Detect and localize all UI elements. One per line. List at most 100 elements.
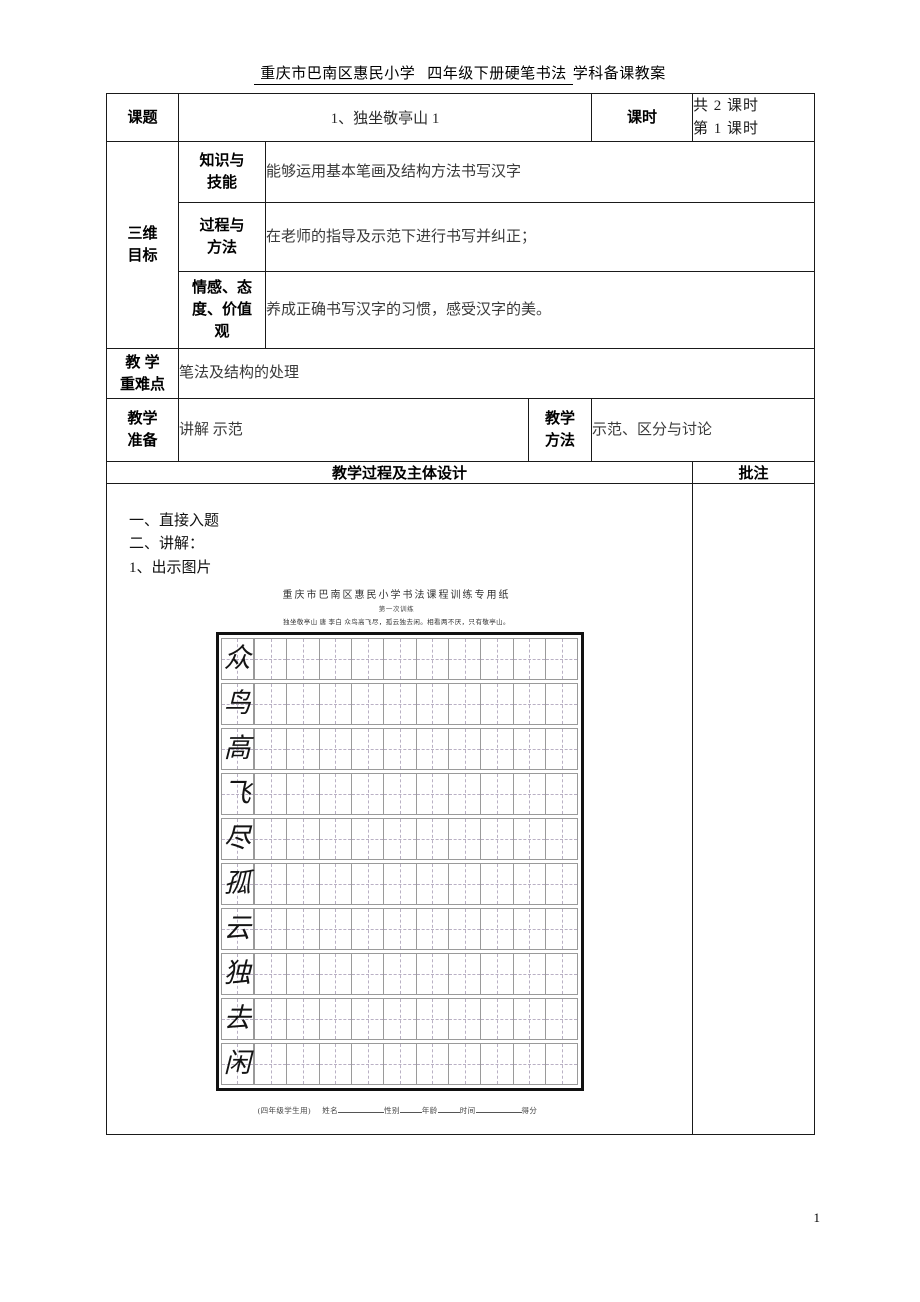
practice-empty-cell <box>253 772 287 815</box>
practice-grid-row: 众 <box>220 637 579 680</box>
practice-model-character: 云 <box>223 913 251 944</box>
practice-empty-cell <box>448 682 481 725</box>
practice-empty-cell <box>448 727 481 770</box>
practice-grid-row: 高 <box>220 727 579 770</box>
practice-empty-cell <box>545 682 579 725</box>
lesson-step-2: 二、讲解： <box>129 536 205 553</box>
practice-model-character: 独 <box>223 958 251 989</box>
practice-empty-cell <box>415 907 449 950</box>
practice-empty-cell <box>415 862 449 905</box>
practice-grid-row: 云 <box>220 907 579 950</box>
practice-empty-cell <box>448 997 481 1040</box>
table-row-objective-process: 过程与 方法 在老师的指导及示范下进行书写并纠正； <box>107 202 816 272</box>
practice-empty-cell <box>512 772 546 815</box>
page-number: 1 <box>813 1210 821 1225</box>
worksheet-image: 重庆市巴南区惠民小学书法课程训练专用纸 第一次训练 独坐敬亭山 唐 李白 众鸟高… <box>107 586 692 1116</box>
lesson-steps: 一、直接入题 二、讲解： 1、出示图片 <box>107 502 692 580</box>
practice-empty-cell <box>286 907 319 950</box>
worksheet-title: 重庆市巴南区惠民小学书法课程训练专用纸 <box>282 589 511 601</box>
practice-empty-cell <box>253 817 287 860</box>
objective-value-knowledge: 能够运用基本笔画及结构方法书写汉字 <box>264 141 816 203</box>
table-row-objective-attitude: 情感、态 度、价值 观 养成正确书写汉字的习惯，感受汉字的美。 <box>107 271 816 349</box>
table-row-process-header: 教学过程及主体设计 批注 <box>105 461 816 484</box>
practice-empty-cell <box>480 817 514 860</box>
practice-empty-cell <box>383 727 417 770</box>
header-suffix: 学科备课教案 <box>572 66 666 82</box>
practice-empty-cell <box>512 997 546 1040</box>
practice-empty-cell <box>448 817 481 860</box>
practice-model-cell: 飞 <box>220 772 254 815</box>
practice-model-character: 去 <box>223 1003 251 1034</box>
practice-empty-cell <box>480 772 514 815</box>
practice-empty-cell <box>480 682 514 725</box>
method-label: 教学 方法 <box>527 398 593 462</box>
practice-empty-cell <box>383 772 417 815</box>
practice-empty-cell <box>512 862 546 905</box>
practice-empty-cell <box>383 907 417 950</box>
practice-model-cell: 去 <box>220 997 254 1040</box>
practice-empty-cell <box>480 862 514 905</box>
worksheet-poem: 独坐敬亭山 唐 李白 众鸟高飞尽，孤云独去闲。相看两不厌，只有敬亭山。 <box>283 618 510 626</box>
practice-empty-cell <box>253 682 287 725</box>
practice-empty-cell <box>253 952 287 995</box>
practice-empty-cell <box>383 682 417 725</box>
practice-empty-cell <box>350 997 384 1040</box>
practice-empty-cell <box>286 682 319 725</box>
practice-empty-cell <box>286 952 319 995</box>
practice-empty-cell <box>448 862 481 905</box>
practice-empty-cell <box>545 817 579 860</box>
process-header: 教学过程及主体设计 <box>105 461 694 484</box>
periods-label: 课时 <box>591 93 694 142</box>
practice-empty-cell <box>512 952 546 995</box>
practice-empty-cell <box>318 682 352 725</box>
practice-model-cell: 高 <box>220 727 254 770</box>
practice-model-character: 飞 <box>223 778 251 809</box>
worksheet-footer-grade: (四年级学生用) <box>257 1105 311 1115</box>
practice-empty-cell <box>415 997 449 1040</box>
practice-empty-cell <box>383 817 417 860</box>
objective-sub-label-process: 过程与 方法 <box>178 202 266 272</box>
practice-model-cell: 尽 <box>220 817 254 860</box>
worksheet-footer-age-blank <box>437 1111 460 1113</box>
practice-empty-cell <box>350 772 384 815</box>
table-row-process-body: 一、直接入题 二、讲解： 1、出示图片 重庆市巴南区惠民小学书法课程训练专用纸 … <box>105 483 816 1135</box>
practice-empty-cell <box>253 862 287 905</box>
practice-empty-cell <box>383 952 417 995</box>
practice-empty-cell <box>318 952 352 995</box>
practice-empty-cell <box>512 817 546 860</box>
practice-model-cell: 鸟 <box>220 682 254 725</box>
practice-empty-cell <box>545 997 579 1040</box>
worksheet-footer-time-label: 时间 <box>459 1105 476 1115</box>
practice-empty-cell <box>350 817 384 860</box>
practice-grid-row: 独 <box>220 952 579 995</box>
worksheet-footer-score-label: 得分 <box>521 1105 538 1115</box>
practice-model-cell: 闲 <box>220 1042 254 1085</box>
practice-empty-cell <box>286 1042 319 1085</box>
practice-empty-cell <box>318 637 352 680</box>
objective-sub-label-knowledge: 知识与 技能 <box>178 141 266 203</box>
worksheet-footer-name-label: 姓名 <box>322 1105 339 1115</box>
objectives-label: 三维 目标 <box>106 141 179 349</box>
preparation-value: 讲解 示范 <box>178 398 529 462</box>
topic-value: 1、独坐敬亭山 1 <box>177 93 593 142</box>
practice-empty-cell <box>480 997 514 1040</box>
worksheet-footer-gender-label: 性别 <box>384 1105 400 1115</box>
practice-grid-row: 尽 <box>220 817 579 860</box>
practice-empty-cell <box>286 862 319 905</box>
objective-value-process: 在老师的指导及示范下进行书写并纠正； <box>264 202 816 272</box>
practice-empty-cell <box>350 862 384 905</box>
practice-empty-cell <box>415 817 449 860</box>
practice-empty-cell <box>253 1042 287 1085</box>
periods-value: 共 2 课时 第 1 课时 <box>692 93 816 142</box>
header-course: 四年级下册硬笔书法 <box>421 62 573 85</box>
lesson-step-3: 1、出示图片 <box>129 559 212 576</box>
practice-empty-cell <box>448 952 481 995</box>
practice-empty-cell <box>286 997 319 1040</box>
practice-empty-cell <box>415 1042 449 1085</box>
objective-value-attitude: 养成正确书写汉字的习惯，感受汉字的美。 <box>264 271 816 349</box>
key-points-label: 教 学 重难点 <box>106 348 179 399</box>
worksheet-footer-time-blank <box>475 1111 522 1113</box>
topic-label: 课题 <box>106 93 179 142</box>
worksheet-footer-name-blank <box>338 1111 385 1113</box>
worksheet-subtitle: 第一次训练 <box>378 605 415 613</box>
